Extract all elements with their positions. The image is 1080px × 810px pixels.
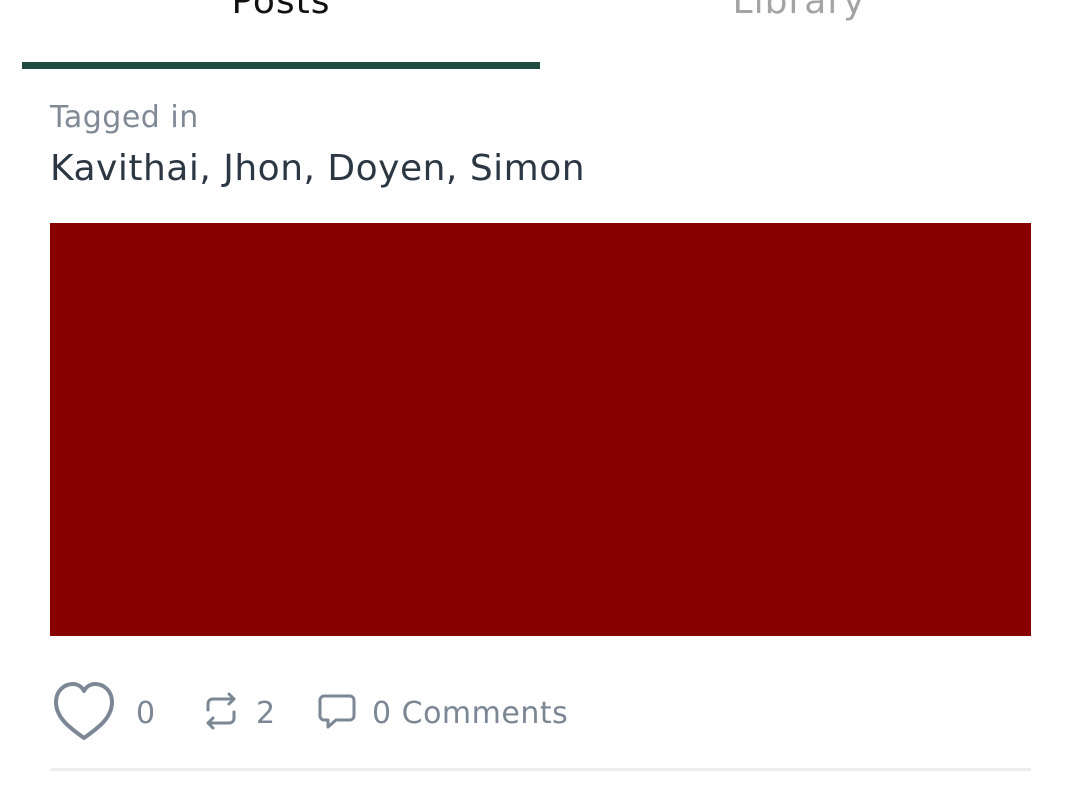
tagged-user-name[interactable]: Kavithai [50, 148, 199, 189]
like-button[interactable]: 0 [50, 680, 156, 746]
heart-icon [50, 678, 118, 748]
repost-icon [200, 690, 242, 736]
tab-library[interactable]: Library [540, 0, 1058, 70]
post-divider [50, 768, 1031, 771]
tagged-user-name[interactable]: Doyen [327, 148, 446, 189]
tab-library-label: Library [732, 0, 866, 22]
post-actions-bar: 0 2 0 Comments [50, 680, 1031, 746]
tagged-in-caption: Tagged in [50, 100, 199, 135]
post-media[interactable] [50, 223, 1031, 636]
tab-posts[interactable]: Posts [22, 0, 540, 70]
comments-button[interactable]: 0 Comments [316, 680, 568, 746]
post-detail-page: Posts Library Tagged in Kavithai, Jhon, … [0, 0, 1080, 810]
repost-button[interactable]: 2 [200, 680, 276, 746]
repost-count: 2 [256, 695, 276, 731]
tagged-user-name[interactable]: Jhon [223, 148, 303, 189]
comment-bubble-icon [316, 690, 358, 736]
tab-posts-label: Posts [231, 0, 331, 22]
tab-bar: Posts Library [0, 0, 1080, 70]
tagged-users-list: Kavithai, Jhon, Doyen, Simon [50, 148, 586, 189]
tagged-user-name[interactable]: Simon [470, 148, 585, 189]
comments-count-label: 0 Comments [372, 695, 569, 731]
active-tab-indicator [22, 62, 540, 69]
like-count: 0 [136, 695, 156, 731]
